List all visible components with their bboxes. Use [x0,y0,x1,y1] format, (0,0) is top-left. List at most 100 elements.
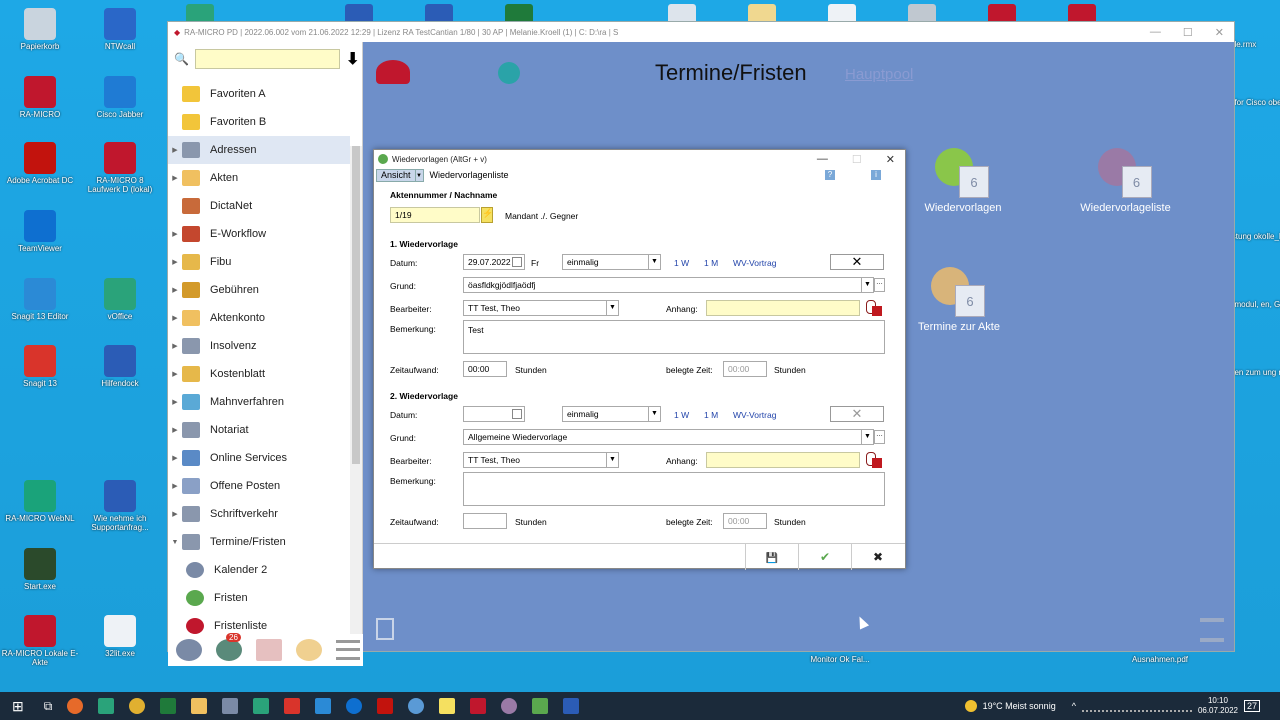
notes-icon[interactable] [439,698,456,714]
desktop-icon[interactable]: vOffice [80,278,160,321]
expand-arrow-icon[interactable]: ▶ [168,510,182,518]
desktop-icon[interactable]: Papierkorb [0,8,80,51]
sidebar-item[interactable]: ▶ Schriftverkehr [168,500,350,528]
expand-arrow-icon[interactable]: ▶ [168,342,182,350]
desktop-icon[interactable]: Cisco Jabber [80,76,160,119]
help-icon[interactable]: ? [825,170,835,180]
info-icon[interactable]: i [871,170,881,180]
search-app-icon[interactable] [501,698,518,714]
desktop-icon[interactable]: TeamViewer [0,210,80,253]
desktop-icon[interactable]: Hilfendock [80,345,160,388]
firefox-icon[interactable] [67,698,84,714]
wv2-grund-select[interactable]: Allgemeine Wiedervorlage ▼ [463,429,874,445]
chevron-down-icon[interactable]: ▼ [606,301,618,315]
start-button[interactable]: ⊞ [12,698,24,715]
sidebar-item[interactable]: ▶ Mahnverfahren [168,388,350,416]
desktop-icon[interactable]: Wie nehme ich Supportanfrag... [80,480,160,532]
desktop-icon[interactable]: NTWcall [80,8,160,51]
desktop-icon-ausnahmen[interactable]: Ausnahmen.pdf [1120,655,1200,664]
chevron-down-icon[interactable]: ▼ [861,430,873,444]
ansicht-dropdown-icon[interactable]: ▼ [415,168,424,182]
sidebar-subitem[interactable]: Kalender 2 [168,556,350,584]
desktop-icon[interactable]: Snagit 13 [0,345,80,388]
wv1-wv-vortrag-link[interactable]: WV-Vortrag [733,258,776,268]
calculator-icon[interactable] [222,698,239,714]
tile-wiedervorlageliste[interactable]: 6 Wiedervorlageliste [1073,148,1178,214]
desktop-icon[interactable]: RA-MICRO Lokale E-Akte [0,615,80,667]
desktop-icon[interactable]: ole.rmx [1230,40,1280,49]
minimize-button[interactable]: — [1150,26,1161,39]
desktop-icon[interactable]: 32lit.exe [80,615,160,658]
sidebar-item[interactable]: ▼ Termine/Fristen [168,528,350,556]
expand-arrow-icon[interactable]: ▶ [168,482,182,490]
taskview-icon[interactable]: ⧉ [44,699,53,714]
ok-button[interactable]: ✔ [798,544,851,570]
wv1-clear-button[interactable]: ✕ [830,254,884,270]
teamviewer-icon[interactable] [346,698,363,714]
chevron-down-icon[interactable]: ▼ [606,453,618,467]
excel-icon[interactable] [160,698,177,714]
desktop-icon[interactable]: RA-MICRO 8 Laufwerk D (lokal) [80,142,160,194]
wv2-frequency-select[interactable]: einmalig ▼ [562,406,661,422]
tray-icons[interactable] [1081,700,1192,712]
wv2-clear-button[interactable]: ✕ [830,406,884,422]
settings-icon[interactable] [408,698,425,714]
desktop-icon[interactable]: t for Cisco ober [1230,98,1280,107]
word-icon[interactable] [563,698,580,714]
aktennummer-input[interactable]: 1/19 [390,207,480,223]
wv1-grund-select[interactable]: öasfldkgjödlfjaödfj ▼ [463,277,874,293]
desktop-icon[interactable]: den zum ung mit P... [1230,368,1280,377]
ramicro-red-icon[interactable] [470,698,487,714]
expand-arrow-icon[interactable]: ▶ [168,286,182,294]
desktop-icon[interactable]: dmodul, en, GNotK... [1230,300,1280,309]
tile-wiedervorlagen[interactable]: 6 Wiedervorlagen [918,148,1008,214]
expand-arrow-icon[interactable]: ▶ [168,146,182,154]
phone-icon[interactable] [176,639,202,661]
content-screen-icon[interactable] [498,62,520,84]
desktop-icon[interactable]: RA-MICRO WebNL [0,480,80,523]
chevron-down-icon[interactable]: ▼ [648,407,660,421]
search-input[interactable] [194,49,340,69]
sidebar-item[interactable]: ▶ Notariat [168,416,350,444]
ansicht-menu[interactable]: Ansicht [376,168,416,182]
expand-arrow-icon[interactable]: ▶ [168,230,182,238]
snagit-editor-icon[interactable] [315,698,332,714]
wv1-1m-link[interactable]: 1 M [704,258,718,268]
expand-arrow-icon[interactable]: ▶ [168,370,182,378]
desktop-icon[interactable]: Start.exe [0,548,80,591]
weather-text[interactable]: 19°C Meist sonnig [983,701,1056,711]
expand-arrow-icon[interactable]: ▶ [168,174,182,182]
wv2-bearbeiter-select[interactable]: TT Test, Theo ▼ [463,452,619,468]
dialog-minimize-button[interactable]: — [817,153,828,166]
wv1-datum-input[interactable]: 29.07.2022 [463,254,525,270]
lightning-icon[interactable]: ⚡ [481,207,493,223]
app-green-icon[interactable] [532,698,549,714]
wv2-1m-link[interactable]: 1 M [704,410,718,420]
dialog-close-button[interactable]: ✕ [886,153,895,166]
wv1-frequency-select[interactable]: einmalig ▼ [562,254,661,270]
sidebar-item[interactable]: ▶ Offene Posten [168,472,350,500]
calendar-icon[interactable] [512,409,522,419]
wv2-datum-input[interactable] [463,406,525,422]
sidebar-item[interactable]: ▶ Aktenkonto [168,304,350,332]
sidebar-item[interactable]: Favoriten A [168,80,350,108]
wv1-zeitaufwand-input[interactable]: 00:00 [463,361,507,377]
wv1-anhang-input[interactable] [706,300,860,316]
chevron-down-icon[interactable]: ▼ [861,278,873,292]
wv2-1w-link[interactable]: 1 W [674,410,689,420]
desktop-icon[interactable]: RA-MICRO [0,76,80,119]
expand-arrow-icon[interactable]: ▶ [168,426,182,434]
chevron-down-icon[interactable]: ▼ [648,255,660,269]
close-button[interactable]: ✕ [1215,26,1224,39]
cancel-button[interactable]: ✖ [851,544,904,570]
menu-icon[interactable] [336,640,360,660]
attachment-icon[interactable] [866,452,882,468]
sidebar-item[interactable]: ▶ Fibu [168,248,350,276]
expand-arrow-icon[interactable]: ▼ [168,539,182,546]
message-icon[interactable] [296,639,322,661]
wv2-bemerkung-textarea[interactable] [463,472,885,506]
dialog-maximize-button[interactable]: ☐ [852,153,862,166]
sidebar-item[interactable]: ▶ E-Workflow [168,220,350,248]
pdf-icon[interactable] [377,698,394,714]
calendar-icon[interactable] [512,257,522,267]
